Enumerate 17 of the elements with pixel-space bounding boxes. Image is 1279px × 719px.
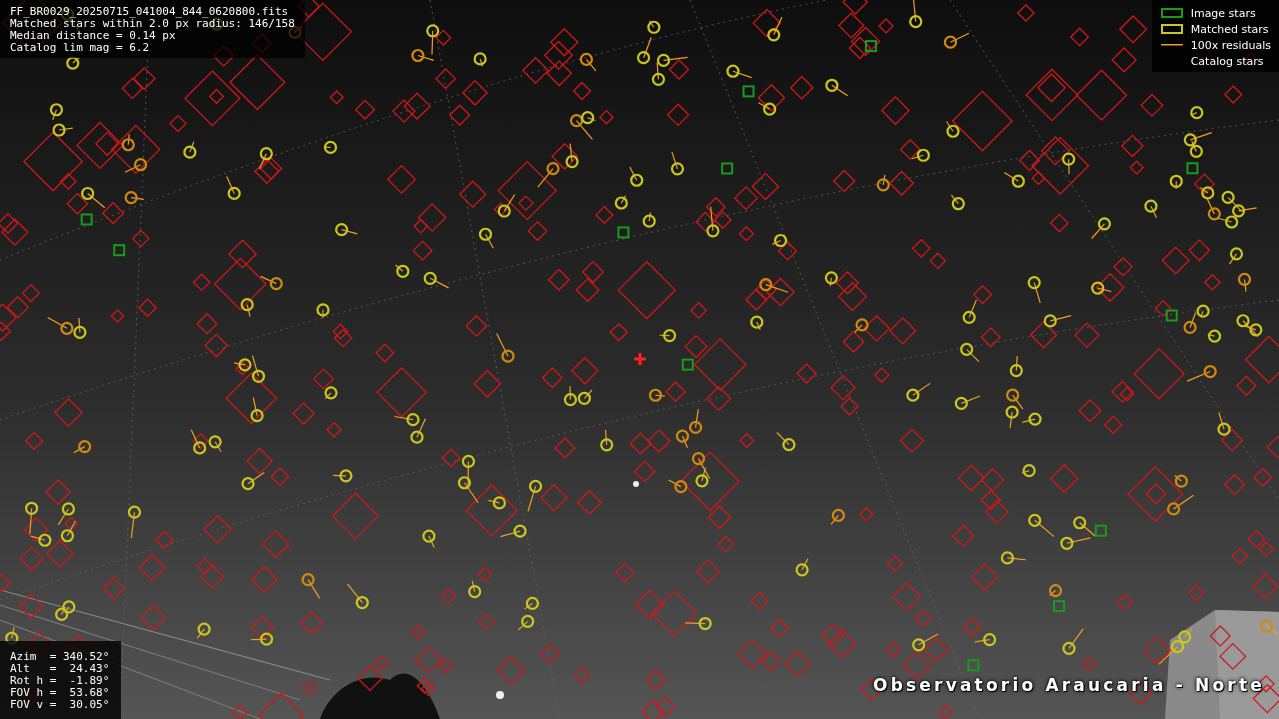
pointing-line: FOV v = 30.05° bbox=[10, 699, 110, 711]
info-line: Median distance = 0.14 px bbox=[10, 30, 177, 42]
info-line: FF_BR0029_20250715_041004_844_0620800.fits bbox=[10, 6, 290, 18]
pointing-line: Alt = 24.43° bbox=[10, 663, 110, 675]
legend-label: Matched stars bbox=[1190, 22, 1269, 36]
pointing-line: Azim = 340.52° bbox=[10, 651, 110, 663]
matched-star-square-icon bbox=[1160, 24, 1183, 34]
info-line: Catalog lim mag = 6.2 bbox=[10, 42, 151, 54]
line-icon bbox=[1160, 44, 1183, 46]
station-label: Observatorio Araucaria - Norte bbox=[873, 675, 1265, 695]
image-star-square-icon bbox=[1160, 8, 1183, 18]
legend-label: Image stars bbox=[1190, 6, 1256, 20]
pointing-line: Rot h = -1.89° bbox=[10, 675, 110, 687]
legend-label: Catalog stars bbox=[1190, 54, 1264, 68]
pointing-line: FOV h = 53.68° bbox=[10, 687, 110, 699]
legend-label: 100x residuals bbox=[1190, 38, 1271, 52]
info-line: Matched stars within 2.0 px radius: 146/158 bbox=[10, 18, 295, 30]
